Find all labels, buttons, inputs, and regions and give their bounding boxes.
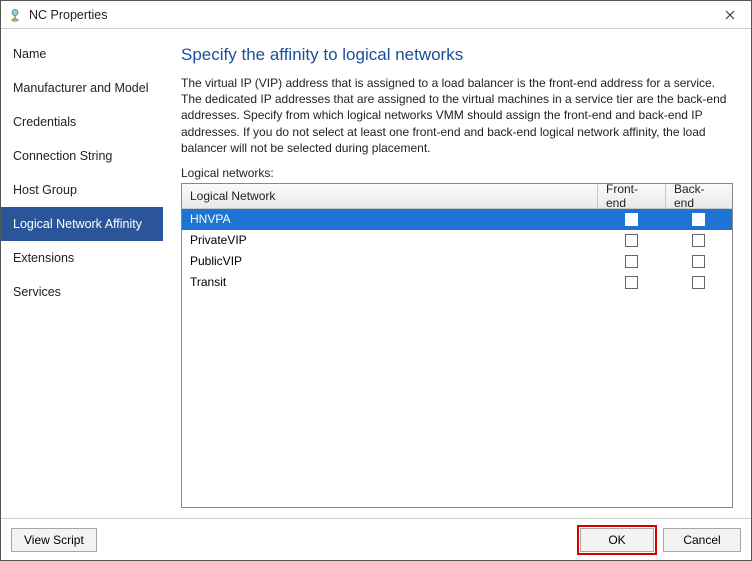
table-row[interactable]: HNVPA [182,209,732,230]
col-header-back-end[interactable]: Back-end [666,184,732,208]
back-end-checkbox[interactable] [692,213,705,226]
cell-front-end [598,230,666,251]
sidebar-item-manufacturer-and-model[interactable]: Manufacturer and Model [1,71,163,105]
grid-body: HNVPAPrivateVIPPublicVIPTransit [182,209,732,507]
col-header-front-end[interactable]: Front-end [598,184,666,208]
ok-button[interactable]: OK [580,528,654,552]
front-end-checkbox[interactable] [625,255,638,268]
sidebar-item-label: Connection String [13,149,112,163]
sidebar-item-label: Logical Network Affinity [13,217,142,231]
cell-network-name: HNVPA [182,209,598,230]
table-row[interactable]: Transit [182,272,732,293]
sidebar-item-extensions[interactable]: Extensions [1,241,163,275]
cell-back-end [666,272,732,293]
sidebar-item-connection-string[interactable]: Connection String [1,139,163,173]
sidebar-item-logical-network-affinity[interactable]: Logical Network Affinity [1,207,163,241]
main-panel: Specify the affinity to logical networks… [163,29,751,518]
cell-back-end [666,251,732,272]
back-end-checkbox[interactable] [692,276,705,289]
ok-button-highlight: OK [577,525,657,555]
cell-front-end [598,209,666,230]
close-button[interactable] [709,1,751,29]
cancel-button[interactable]: Cancel [663,528,741,552]
table-row[interactable]: PrivateVIP [182,230,732,251]
sidebar-item-services[interactable]: Services [1,275,163,309]
titlebar: NC Properties [1,1,751,29]
back-end-checkbox[interactable] [692,255,705,268]
back-end-checkbox[interactable] [692,234,705,247]
view-script-button[interactable]: View Script [11,528,97,552]
front-end-checkbox[interactable] [625,213,638,226]
front-end-checkbox[interactable] [625,234,638,247]
sidebar-item-label: Extensions [13,251,74,265]
content-area: Name Manufacturer and Model Credentials Con… [1,29,751,518]
sidebar-item-credentials[interactable]: Credentials [1,105,163,139]
sidebar-item-label: Services [13,285,61,299]
sidebar-item-host-group[interactable]: Host Group [1,173,163,207]
window-title: NC Properties [29,8,709,22]
front-end-checkbox[interactable] [625,276,638,289]
app-icon [7,7,23,23]
grid-label: Logical networks: [181,166,733,180]
cell-front-end [598,251,666,272]
cell-network-name: PublicVIP [182,251,598,272]
sidebar-item-name[interactable]: Name [1,37,163,71]
grid-header: Logical Network Front-end Back-end [182,184,732,209]
cell-back-end [666,230,732,251]
sidebar: Name Manufacturer and Model Credentials Con… [1,29,163,518]
cell-network-name: Transit [182,272,598,293]
sidebar-item-label: Name [13,47,46,61]
sidebar-item-label: Credentials [13,115,76,129]
page-title: Specify the affinity to logical networks [181,45,733,65]
cell-back-end [666,209,732,230]
table-row[interactable]: PublicVIP [182,251,732,272]
sidebar-item-label: Host Group [13,183,77,197]
footer: View Script OK Cancel [1,518,751,560]
cell-network-name: PrivateVIP [182,230,598,251]
cell-front-end [598,272,666,293]
col-header-network[interactable]: Logical Network [182,184,598,208]
page-description: The virtual IP (VIP) address that is ass… [181,75,733,156]
logical-networks-grid: Logical Network Front-end Back-end HNVPA… [181,183,733,508]
sidebar-item-label: Manufacturer and Model [13,81,149,95]
